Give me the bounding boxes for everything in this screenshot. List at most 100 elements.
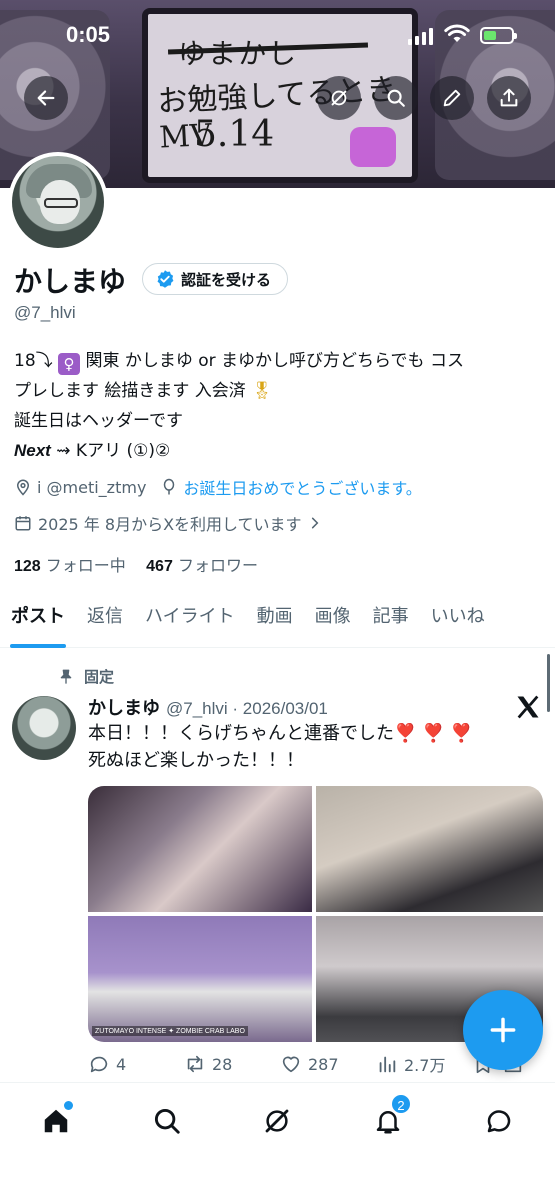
views-button[interactable]: 2.7万 <box>376 1052 472 1076</box>
verified-badge-icon <box>157 270 174 288</box>
message-icon <box>487 1110 511 1133</box>
followers-link[interactable]: 467 フォロワー <box>146 556 258 575</box>
status-time: 0:05 <box>66 22 111 47</box>
medal-emoji-icon: 🎖 <box>251 381 273 401</box>
banner-pink-mark <box>350 127 396 167</box>
profile-meta-row: i @meti_ztmy お誕生日おめでとうございます。 <box>14 475 422 499</box>
tab-highlights[interactable]: ハイライト <box>134 594 246 648</box>
post-handle-date: @7_hlvi · 2026/03/01 <box>166 699 328 718</box>
followers-label: フォロワー <box>177 556 258 575</box>
back-button[interactable] <box>24 76 68 120</box>
heart-icon <box>282 1056 300 1073</box>
follow-stats: 128 フォロー中 467 フォロワー <box>14 552 258 576</box>
tab-likes[interactable]: いいね <box>420 594 496 648</box>
photo-caption: ZUTOMAYO INTENSE ✦ ZOMBIE CRAB LABO <box>92 1026 248 1036</box>
profile-location: i @meti_ztmy <box>14 478 146 497</box>
profile-tabs: ポスト 返信 ハイライト 動画 画像 記事 いいね <box>0 594 555 648</box>
grok-icon <box>331 90 347 106</box>
edit-button[interactable] <box>430 76 474 120</box>
pencil-icon <box>443 89 461 107</box>
balloon-icon <box>164 478 175 495</box>
avatar-glasses <box>44 198 78 208</box>
pinned-label: 固定 <box>84 668 115 686</box>
post-photo-1[interactable] <box>88 786 312 912</box>
grok-button[interactable] <box>317 76 361 120</box>
post-photo-3[interactable]: ZUTOMAYO INTENSE ✦ ZOMBIE CRAB LABO <box>88 916 312 1042</box>
nav-grok[interactable] <box>257 1101 297 1141</box>
following-link[interactable]: 128 フォロー中 <box>14 556 126 575</box>
search-icon <box>154 1108 180 1134</box>
notifications-badge: 2 <box>390 1093 412 1115</box>
post-header: かしまゆ @7_hlvi · 2026/03/01 <box>88 694 328 720</box>
share-button[interactable] <box>487 76 531 120</box>
chevron-right-icon <box>311 517 318 529</box>
reply-icon <box>90 1056 108 1073</box>
following-label: フォロー中 <box>45 556 126 575</box>
bio-line-1: 18⤵︎ ♀ 関東 かしまゆ or まゆかし呼び方どちらでも コス <box>14 346 544 376</box>
repost-count: 28 <box>212 1054 233 1074</box>
profile-birthday[interactable]: お誕生日おめでとうございます。 <box>160 475 422 499</box>
arrow-left-icon <box>37 90 55 106</box>
location-text: i @meti_ztmy <box>37 477 147 497</box>
profile-bio: 18⤵︎ ♀ 関東 かしまゆ or まゆかし呼び方どちらでも コス プレします … <box>14 346 544 466</box>
repost-button[interactable]: 28 <box>184 1052 280 1076</box>
x-logo-icon[interactable] <box>514 693 542 721</box>
share-icon <box>500 88 518 107</box>
following-count: 128 <box>14 558 41 575</box>
reply-button[interactable]: 4 <box>88 1052 184 1076</box>
nav-home[interactable] <box>36 1101 76 1141</box>
pin-icon <box>60 669 72 684</box>
banner-text-line3: 5.14 <box>194 114 275 155</box>
woman-emoji-icon: ♀ <box>58 353 81 375</box>
bio-next-label: Next <box>14 441 51 460</box>
pinned-indicator: 固定 <box>58 666 114 687</box>
heart-emoji-icon: ❣️ ❣️ ❣️ <box>394 723 473 744</box>
bio-line-2: プレします 絵描きます 入会済 🎖 <box>14 376 544 406</box>
like-button[interactable]: 287 <box>280 1052 376 1076</box>
repost-icon <box>187 1055 203 1073</box>
location-pin-icon <box>16 479 30 496</box>
search-icon <box>387 89 405 107</box>
bottom-navigation: 2 <box>0 1082 555 1200</box>
get-verified-button[interactable]: 認証を受ける <box>142 263 289 295</box>
analytics-icon <box>379 1056 396 1073</box>
post-line-1: 本日！！！くらげちゃんと連番でした❣️ ❣️ ❣️ <box>88 720 528 747</box>
home-new-dot <box>64 1101 73 1110</box>
signal-icon <box>408 28 433 45</box>
search-button[interactable] <box>374 76 418 120</box>
followers-count: 467 <box>146 558 173 575</box>
tab-videos[interactable]: 動画 <box>246 594 304 648</box>
reply-count: 4 <box>116 1054 127 1074</box>
calendar-icon <box>15 516 31 531</box>
profile-joined[interactable]: 2025 年 8月からXを利用しています <box>14 511 322 535</box>
post-photo-2[interactable] <box>316 786 543 912</box>
scrollbar[interactable] <box>547 654 550 712</box>
birthday-text[interactable]: お誕生日おめでとうございます。 <box>183 475 421 499</box>
nav-notifications[interactable]: 2 <box>368 1093 412 1141</box>
get-verified-label: 認証を受ける <box>181 270 272 289</box>
post-line-1-text: 本日！！！くらげちゃんと連番でした <box>88 723 394 744</box>
post-author-name[interactable]: かしまゆ <box>88 694 160 720</box>
view-count: 2.7万 <box>404 1056 446 1075</box>
nav-search[interactable] <box>147 1101 187 1141</box>
tab-articles[interactable]: 記事 <box>362 594 420 648</box>
bio-arrow: ⇝ <box>50 441 76 461</box>
status-bar: 0:05 <box>0 0 555 70</box>
nav-messages[interactable] <box>479 1101 519 1141</box>
battery-icon <box>480 27 517 44</box>
profile-avatar[interactable] <box>8 152 108 252</box>
tab-photos[interactable]: 画像 <box>304 594 362 648</box>
tab-replies[interactable]: 返信 <box>76 594 134 648</box>
plus-icon <box>490 1017 516 1043</box>
bio-line-4: Next ⇝ Kアリ (①)② <box>14 436 544 466</box>
tab-posts[interactable]: ポスト <box>0 594 76 648</box>
wifi-icon <box>444 24 470 42</box>
post-line-2: 死ぬほど楽しかった！！！ <box>88 750 304 771</box>
grok-icon <box>265 1109 289 1133</box>
profile-handle: @7_hlvi <box>14 303 76 322</box>
compose-post-button[interactable] <box>463 990 543 1070</box>
bio-age: 18⤵︎ <box>14 351 53 371</box>
bio-text-2: プレします 絵描きます 入会済 <box>14 381 246 401</box>
home-icon <box>44 1109 68 1133</box>
post-author-avatar[interactable] <box>12 696 76 760</box>
